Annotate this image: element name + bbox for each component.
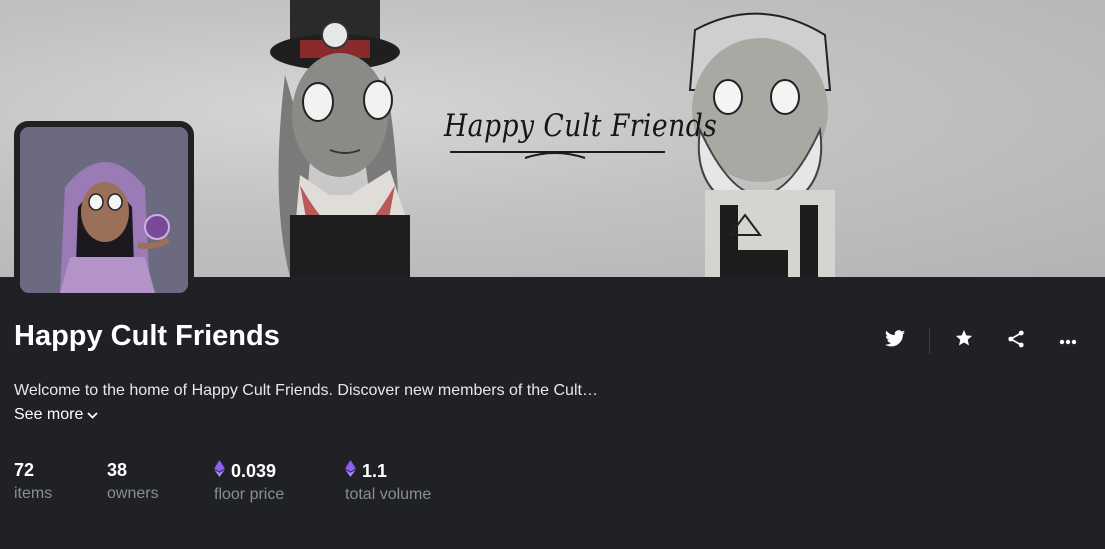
banner-title: Happy Cult Friends <box>444 108 718 144</box>
see-more-link[interactable]: See more <box>14 406 99 424</box>
stat-items-label: items <box>14 485 53 502</box>
banner-character-bearded <box>688 12 835 277</box>
stat-owners: 38 owners <box>107 460 159 503</box>
stat-total-volume-value: 1.1 <box>362 460 388 481</box>
avatar-image <box>20 127 188 293</box>
stat-owners-value: 38 <box>107 460 128 480</box>
star-icon <box>955 330 973 352</box>
share-button[interactable] <box>1001 326 1031 356</box>
stat-total-volume: 1.1 total volume <box>345 460 431 504</box>
twitter-icon <box>885 330 905 352</box>
chevron-down-icon <box>87 406 99 424</box>
collection-description: Welcome to the home of Happy Cult Friend… <box>14 382 598 399</box>
banner-character-tophat <box>270 0 410 277</box>
twitter-button[interactable] <box>880 326 910 356</box>
stat-floor-price: 0.039 floor price <box>214 460 284 504</box>
see-more-label: See more <box>14 406 84 423</box>
collection-title: Happy Cult Friends <box>14 320 280 352</box>
share-icon <box>1007 330 1025 353</box>
eth-icon <box>214 460 225 482</box>
avatar-artwork <box>20 127 188 293</box>
eth-icon <box>345 460 356 482</box>
more-options-button[interactable] <box>1053 326 1083 356</box>
stat-total-volume-row: 1.1 <box>345 460 431 482</box>
stat-floor-price-value: 0.039 <box>231 460 277 481</box>
stat-total-volume-label: total volume <box>345 486 432 503</box>
stat-floor-price-row: 0.039 <box>214 460 284 482</box>
stat-items-value: 72 <box>14 460 35 480</box>
actions-divider <box>929 328 930 354</box>
stat-floor-price-label: floor price <box>214 486 285 503</box>
more-icon <box>1059 332 1077 350</box>
stat-items: 72 items <box>14 460 52 503</box>
stat-owners-label: owners <box>107 485 159 502</box>
collection-avatar[interactable] <box>14 121 194 299</box>
favorite-button[interactable] <box>949 326 979 356</box>
